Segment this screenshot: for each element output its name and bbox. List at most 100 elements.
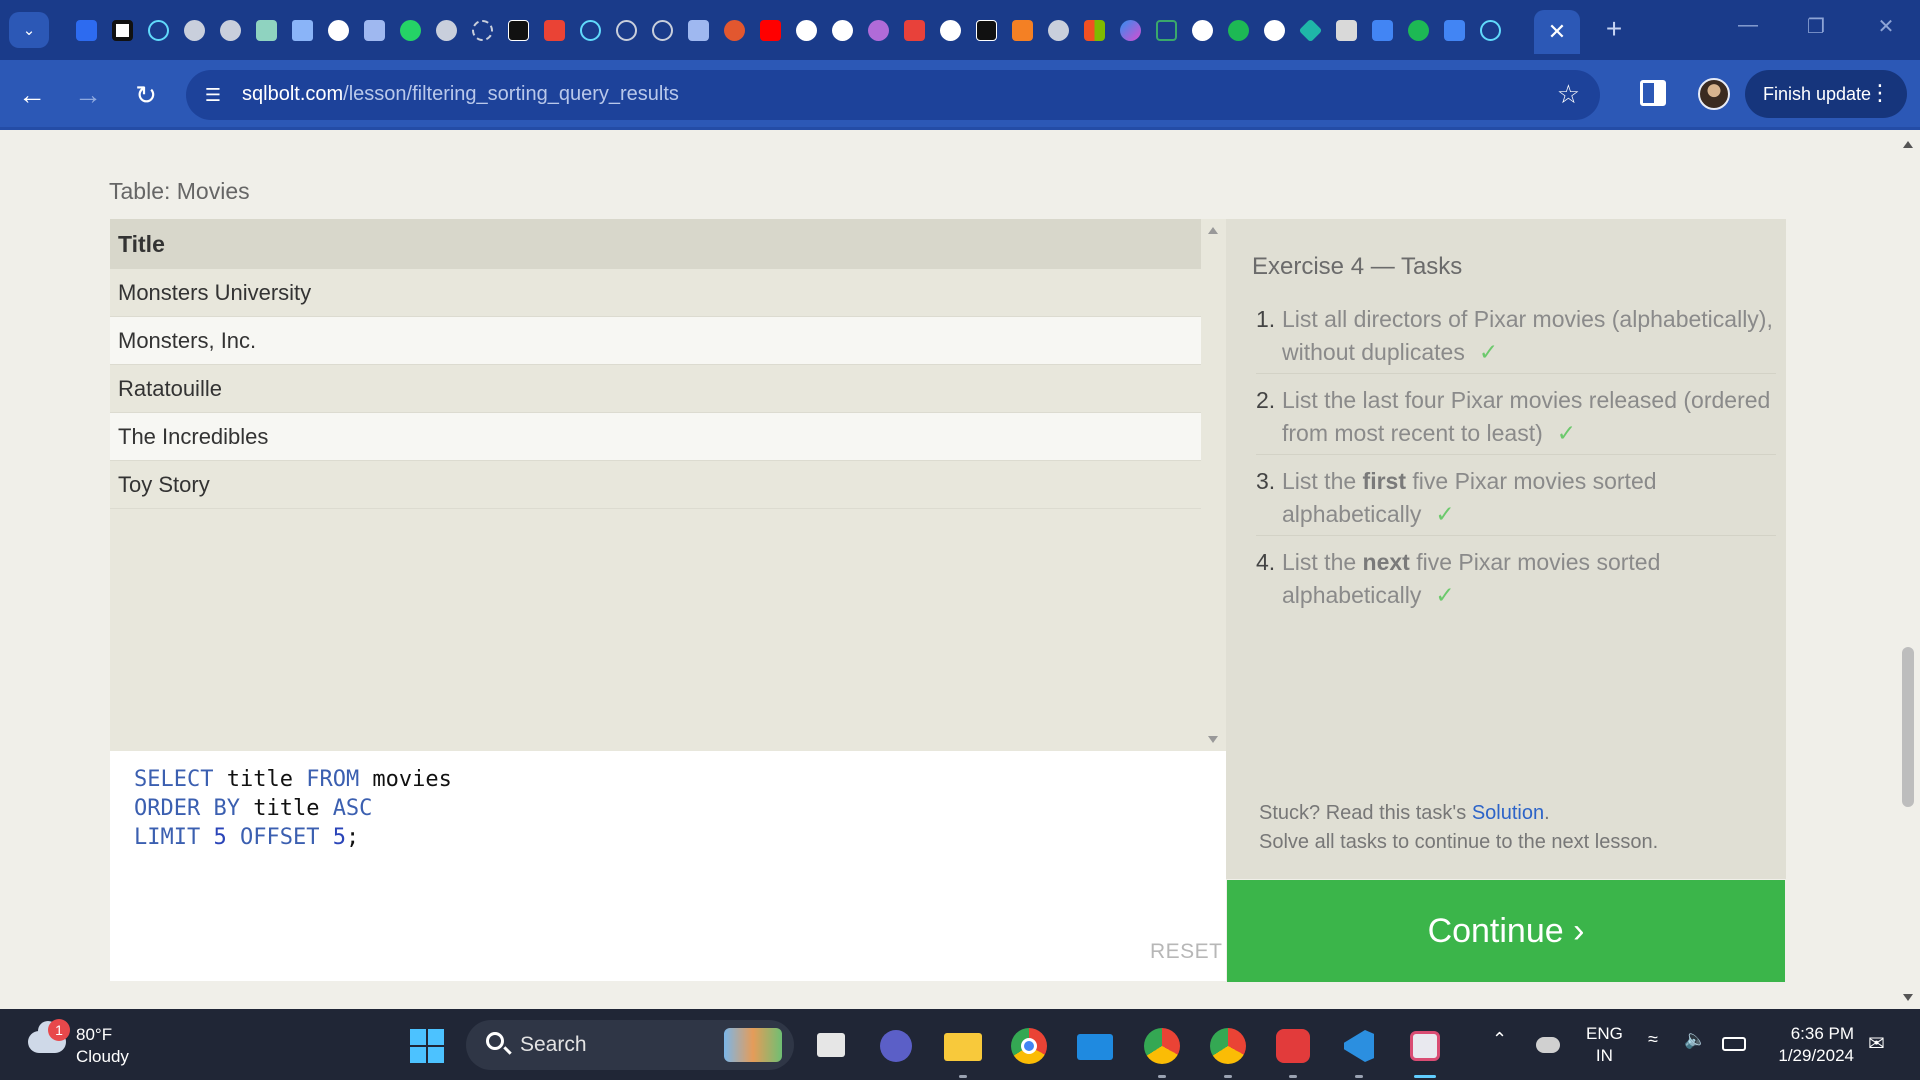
tab-web-13[interactable] (1328, 14, 1364, 46)
finish-update-button[interactable]: Finish update ⋮ (1745, 70, 1907, 118)
page-scrollbar[interactable] (1896, 133, 1920, 1009)
side-panel-icon[interactable] (1640, 80, 1666, 106)
solution-link[interactable]: Solution (1472, 802, 1544, 824)
results-scrollbar[interactable] (1201, 219, 1226, 751)
tab-web-6[interactable] (644, 14, 680, 46)
tab-github-3[interactable] (824, 14, 860, 46)
tab-github-4[interactable] (932, 14, 968, 46)
tab-web-12[interactable] (1292, 14, 1328, 46)
continue-button[interactable]: Continue › (1227, 880, 1785, 982)
tab-web-10[interactable] (1148, 14, 1184, 46)
s-logo-icon (903, 19, 925, 41)
scroll-down-arrow-icon[interactable] (1903, 994, 1913, 1001)
battery-icon[interactable] (1722, 1037, 1746, 1051)
tab-whatsapp[interactable] (392, 14, 428, 46)
tab-web-11[interactable] (1220, 14, 1256, 46)
tab-web-8[interactable] (860, 14, 896, 46)
scrollbar-thumb[interactable] (1902, 647, 1914, 807)
vscode-icon[interactable] (1340, 1027, 1378, 1078)
scroll-up-arrow-icon[interactable] (1208, 227, 1218, 234)
address-bar[interactable]: ☰ sqlbolt.com/lesson/filtering_sorting_q… (186, 70, 1600, 120)
minimize-button[interactable]: — (1728, 14, 1768, 37)
task-text: List the (1282, 468, 1363, 494)
tab-github-6[interactable] (1256, 14, 1292, 46)
tab-react-1[interactable] (140, 14, 176, 46)
tab-web-7[interactable] (716, 14, 752, 46)
tab-web-2[interactable] (212, 14, 248, 46)
teams-chat-icon[interactable] (877, 1027, 915, 1065)
chrome-icon[interactable] (1010, 1027, 1048, 1065)
tab-docs-1[interactable] (1364, 14, 1400, 46)
table-row: Monsters University (110, 269, 1226, 317)
site-settings-icon[interactable]: ☰ (200, 82, 226, 108)
tab-web-4[interactable] (464, 14, 500, 46)
chrome-profile-1-icon[interactable] (1143, 1027, 1181, 1078)
tab-github-5[interactable] (1184, 14, 1220, 46)
active-tab-close-button[interactable]: ✕ (1534, 10, 1580, 54)
sql-query-code[interactable]: SELECT title FROM movies ORDER BY title … (134, 765, 452, 852)
microsoft-icon (1083, 19, 1105, 41)
notifications-icon[interactable]: ✉ (1868, 1031, 1885, 1056)
volume-icon[interactable]: 🔈 (1684, 1029, 1706, 1050)
tab-web-5[interactable] (608, 14, 644, 46)
tab-docs-2[interactable] (1436, 14, 1472, 46)
tab-web-3[interactable] (428, 14, 464, 46)
stuck-suffix: . (1544, 802, 1550, 824)
snipping-tool-icon[interactable] (1406, 1027, 1444, 1078)
tab-gemini[interactable] (284, 14, 320, 46)
tab-zoom[interactable] (68, 14, 104, 46)
tab-chatgpt[interactable] (248, 14, 284, 46)
back-button[interactable]: ← (14, 77, 50, 113)
table-row: The Incredibles (110, 413, 1226, 461)
wps-office-icon[interactable] (1274, 1027, 1312, 1078)
tab-search-button[interactable]: ⌄ (9, 12, 49, 48)
whatsapp-icon (399, 19, 421, 41)
tab-spotify[interactable] (1400, 14, 1436, 46)
tab-react-3[interactable] (1472, 14, 1508, 46)
tab-github-2[interactable] (788, 14, 824, 46)
language-indicator[interactable]: ENG IN (1586, 1023, 1623, 1067)
show-hidden-icons-chevron-icon[interactable]: ⌃ (1492, 1029, 1507, 1050)
tab-notion[interactable] (104, 14, 140, 46)
tab-stackoverflow[interactable] (1004, 14, 1040, 46)
forward-button[interactable]: → (70, 77, 106, 113)
tab-y-1[interactable] (356, 14, 392, 46)
pinned-tabs (68, 14, 1508, 46)
bookmark-star-icon[interactable]: ☆ (1557, 79, 1580, 110)
system-clock[interactable]: 6:36 PM 1/29/2024 (1770, 1023, 1854, 1067)
tab-medium-2[interactable] (968, 14, 1004, 46)
close-window-button[interactable]: ✕ (1866, 14, 1906, 39)
scroll-down-arrow-icon[interactable] (1208, 736, 1218, 743)
reload-button[interactable]: ↻ (128, 77, 164, 113)
tab-microsoft[interactable] (1076, 14, 1112, 46)
profile-avatar[interactable] (1698, 78, 1730, 110)
taskbar-search[interactable]: Search (466, 1020, 794, 1070)
tab-github-1[interactable] (320, 14, 356, 46)
table-row: Toy Story (110, 461, 1226, 509)
sql-editor[interactable]: SELECT title FROM movies ORDER BY title … (110, 751, 1226, 981)
tab-medium-1[interactable] (500, 14, 536, 46)
minimize-icon: — (1738, 14, 1758, 36)
mail-icon[interactable] (1076, 1027, 1114, 1065)
tab-web-9[interactable] (1040, 14, 1076, 46)
tab-gmail[interactable] (536, 14, 572, 46)
tab-web-1[interactable] (176, 14, 212, 46)
weather-temperature: 80°F (76, 1025, 113, 1044)
tab-youtube[interactable] (752, 14, 788, 46)
tab-copilot[interactable] (1112, 14, 1148, 46)
file-explorer-icon[interactable] (944, 1027, 982, 1078)
restore-button[interactable]: ❐ (1796, 14, 1836, 39)
chrome-profile-2-icon[interactable] (1209, 1027, 1247, 1078)
url-text[interactable]: sqlbolt.com/lesson/filtering_sorting_que… (242, 83, 679, 106)
new-tab-button[interactable]: + (1594, 14, 1634, 46)
onedrive-icon[interactable] (1536, 1037, 1560, 1053)
tab-y-2[interactable] (680, 14, 716, 46)
reset-button[interactable]: RESET (1150, 940, 1223, 964)
windows-start-icon[interactable] (410, 1029, 444, 1063)
tab-s-app[interactable] (896, 14, 932, 46)
wifi-icon[interactable]: ≈ (1648, 1029, 1658, 1050)
scroll-up-arrow-icon[interactable] (1903, 141, 1913, 148)
task-view-icon[interactable] (813, 1027, 851, 1065)
infinity-icon (1155, 19, 1177, 41)
tab-react-2[interactable] (572, 14, 608, 46)
